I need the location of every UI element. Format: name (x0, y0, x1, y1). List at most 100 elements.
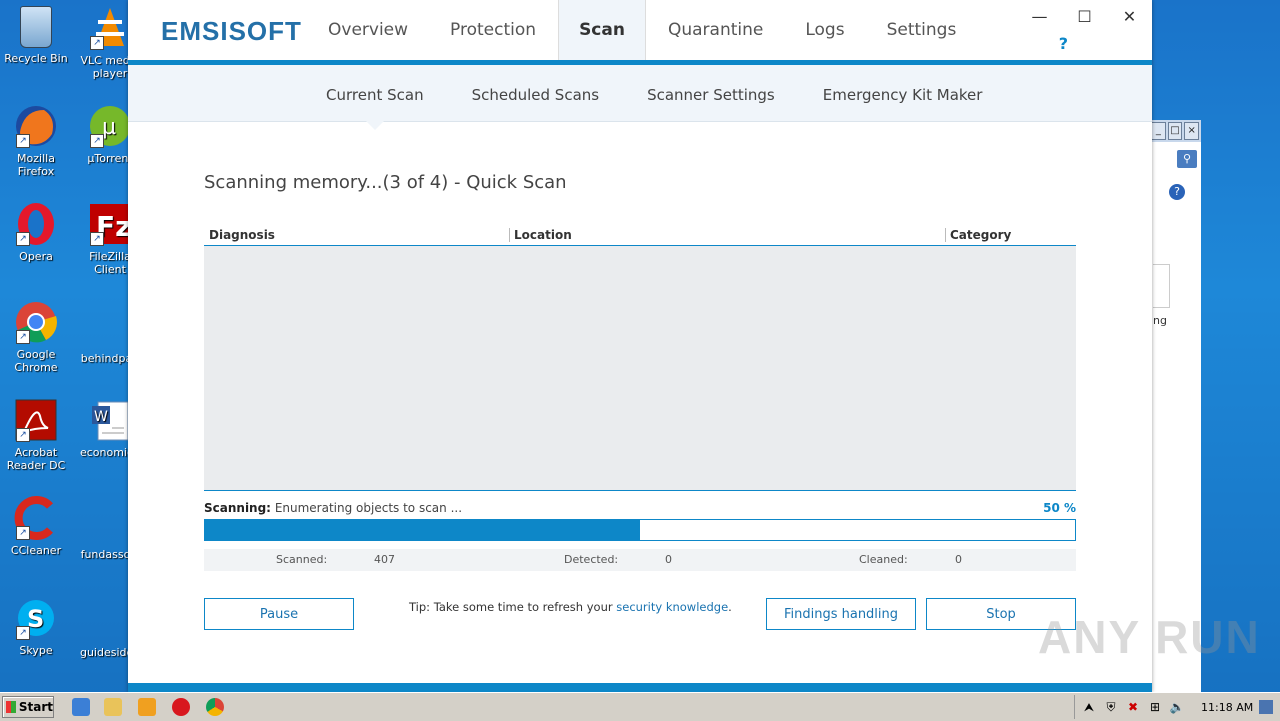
desktop-icon-ccleaner[interactable]: ↗ CCleaner (0, 496, 72, 557)
detected-value: 0 (665, 553, 672, 566)
network-error-icon[interactable]: ✖ (1125, 699, 1141, 715)
tab-overview[interactable]: Overview (308, 0, 428, 60)
opera-taskbar-icon[interactable] (172, 698, 190, 716)
window-controls: — ☐ ✕ (1017, 0, 1152, 32)
taskbar: Start ⮝ ⛨ ✖ ⊞ 🔈 11:18 AM (0, 692, 1280, 721)
subtab-scanner-settings[interactable]: Scanner Settings (629, 65, 793, 121)
desktop-icon-label: Opera (19, 250, 53, 263)
network-icon[interactable]: ⊞ (1147, 699, 1163, 715)
vlc-icon: ↗ (88, 6, 132, 50)
acrobat-icon: ↗ (14, 398, 58, 442)
opera-icon: ↗ (14, 202, 58, 246)
maximize-button[interactable]: ☐ (1062, 0, 1107, 32)
desktop-icon-label: Google Chrome (14, 348, 58, 374)
svg-text:W: W (94, 409, 108, 425)
desktop-icon-label: CCleaner (10, 544, 62, 557)
desktop-icon-firefox[interactable]: ↗ Mozilla Firefox (0, 104, 72, 178)
show-desktop-icon[interactable] (1259, 700, 1274, 714)
tab-protection[interactable]: Protection (430, 0, 556, 60)
desktop-icon-label: Mozilla Firefox (17, 152, 55, 178)
desktop-icon-label: Recycle Bin (4, 52, 68, 65)
top-navigation: EMSISOFT Overview Protection Scan Quaran… (128, 0, 1152, 65)
recycle-bin-icon (20, 6, 52, 48)
tab-settings[interactable]: Settings (867, 0, 977, 60)
emsisoft-window: EMSISOFT Overview Protection Scan Quaran… (128, 0, 1152, 692)
main-tabs: Overview Protection Scan Quarantine Logs… (308, 0, 978, 60)
desktop-icon-opera[interactable]: ↗ Opera (0, 202, 72, 263)
table-header: Diagnosis Location Category (204, 224, 1076, 246)
scan-title: Scanning memory...(3 of 4) - Quick Scan (204, 172, 567, 193)
anyrun-watermark: ANY RUN (1038, 611, 1261, 663)
filezilla-icon: Fz ↗ (88, 202, 132, 246)
clock[interactable]: 11:18 AM (1201, 701, 1253, 714)
cleaned-label: Cleaned: (859, 553, 908, 566)
tab-quarantine[interactable]: Quarantine (648, 0, 783, 60)
desktop-icon-skype[interactable]: S ↗ Skype (0, 596, 72, 657)
desktop-icon-recycle-bin[interactable]: Recycle Bin (0, 6, 72, 65)
bottom-accent-bar (128, 683, 1152, 692)
help-button[interactable]: ? (1059, 34, 1068, 53)
desktop-icon-chrome[interactable]: ↗ Google Chrome (0, 300, 72, 374)
scan-status: Scanning: Enumerating objects to scan ..… (204, 501, 1076, 515)
utorrent-icon: µ ↗ (88, 104, 132, 148)
pause-button[interactable]: Pause (204, 598, 354, 630)
detected-label: Detected: (564, 553, 619, 566)
minimize-icon[interactable]: _ (1150, 122, 1166, 140)
ccleaner-icon: ↗ (14, 496, 58, 540)
tab-logs[interactable]: Logs (785, 0, 864, 60)
file-explorer-icon[interactable] (104, 698, 122, 716)
subtab-scheduled-scans[interactable]: Scheduled Scans (454, 65, 618, 121)
scan-counters: Scanned: 407 Detected: 0 Cleaned: 0 (204, 549, 1076, 571)
sub-navigation: Current Scan Scheduled Scans Scanner Set… (128, 65, 1152, 130)
word-document-icon: W (88, 398, 132, 442)
background-window-text: ng (1153, 314, 1167, 327)
security-knowledge-link[interactable]: security knowledge (616, 600, 728, 614)
internet-explorer-icon[interactable] (72, 698, 90, 716)
findings-handling-button[interactable]: Findings handling (766, 598, 916, 630)
tray-expand-icon[interactable]: ⮝ (1081, 699, 1097, 715)
subtab-current-scan[interactable]: Current Scan (308, 65, 442, 130)
findings-table: Diagnosis Location Category (204, 224, 1076, 491)
app-logo: EMSISOFT (161, 16, 302, 46)
close-button[interactable]: ✕ (1107, 0, 1152, 32)
tip-text: Tip: Take some time to refresh your secu… (409, 600, 732, 614)
progress-fill (205, 520, 640, 540)
tip-prefix: Tip: Take some time to refresh your (409, 600, 617, 614)
maximize-icon[interactable]: □ (1167, 122, 1183, 140)
close-icon[interactable]: × (1184, 122, 1199, 140)
column-header-diagnosis[interactable]: Diagnosis (209, 228, 275, 242)
column-header-category[interactable]: Category (945, 228, 1011, 242)
volume-icon[interactable]: 🔈 (1169, 699, 1185, 715)
background-window[interactable]: _ □ × ⚲ ? ng (1148, 120, 1201, 692)
background-window-titlebar: _ □ × (1149, 120, 1201, 142)
chrome-taskbar-icon[interactable] (206, 698, 224, 716)
svg-text:µ: µ (102, 115, 116, 140)
panel-box (1153, 264, 1170, 308)
subtab-emergency-kit-maker[interactable]: Emergency Kit Maker (805, 65, 1001, 121)
media-player-icon[interactable] (138, 698, 156, 716)
chrome-icon: ↗ (14, 300, 58, 344)
skype-icon: S ↗ (14, 596, 58, 640)
scanned-value: 407 (374, 553, 395, 566)
tip-suffix: . (728, 600, 732, 614)
search-icon[interactable]: ⚲ (1177, 150, 1197, 168)
start-button[interactable]: Start (2, 696, 54, 718)
tab-scan[interactable]: Scan (558, 0, 646, 60)
desktop-icon-label: Acrobat Reader DC (6, 446, 66, 472)
status-label: Scanning: (204, 501, 271, 515)
scanned-label: Scanned: (276, 553, 328, 566)
desktop-icon-acrobat[interactable]: ↗ Acrobat Reader DC (0, 398, 72, 472)
status-text: Enumerating objects to scan ... (274, 501, 463, 515)
shield-icon[interactable]: ⛨ (1103, 699, 1119, 715)
column-header-location[interactable]: Location (509, 228, 572, 242)
system-tray: ⮝ ⛨ ✖ ⊞ 🔈 11:18 AM (1074, 695, 1280, 719)
table-body (204, 246, 1076, 491)
cleaned-value: 0 (955, 553, 962, 566)
windows-flag-icon (6, 701, 16, 713)
progress-bar (204, 519, 1076, 541)
progress-percent: 50 % (1043, 501, 1076, 515)
help-icon[interactable]: ? (1169, 184, 1185, 200)
sub-tabs: Current Scan Scheduled Scans Scanner Set… (308, 65, 1012, 130)
start-label: Start (18, 700, 53, 714)
minimize-button[interactable]: — (1017, 0, 1062, 32)
